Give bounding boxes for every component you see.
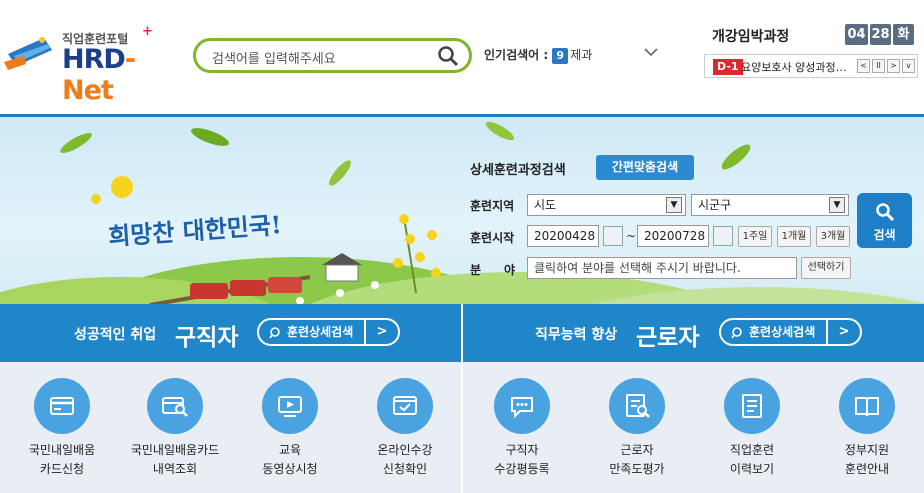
chevron-right-icon: > bbox=[826, 320, 860, 344]
dropdown-arrow-icon: ▼ bbox=[829, 197, 845, 213]
upcoming-courses-title: 개강임박과정 bbox=[712, 29, 790, 45]
worker-lead: 직무능력 향상 bbox=[535, 327, 618, 343]
menu-card-apply[interactable]: 국민내일배움카드신청 bbox=[4, 362, 120, 493]
detail-search-title: 상세훈련과정검색 bbox=[470, 163, 566, 178]
logo-title: HRD-Net bbox=[62, 44, 136, 106]
menu-label: 내역조회 bbox=[152, 462, 198, 476]
ticker-prev-button[interactable]: < bbox=[857, 59, 870, 73]
review-icon bbox=[494, 378, 550, 434]
online-check-icon bbox=[377, 378, 433, 434]
menu-label: 훈련안내 bbox=[844, 462, 890, 476]
date-weekday: 화 bbox=[893, 24, 914, 45]
dropdown-arrow-icon: ▼ bbox=[666, 197, 682, 213]
jobseeker-title: 구직자 bbox=[175, 325, 239, 351]
range-1month-button[interactable]: 1개월 bbox=[777, 226, 811, 247]
menu-card-history[interactable]: 국민내일배움카드내역조회 bbox=[117, 362, 233, 493]
date-range-tilde: ~ bbox=[626, 229, 637, 243]
menu-history[interactable]: 직업훈련이력보기 bbox=[694, 362, 810, 493]
card-icon bbox=[34, 378, 90, 434]
guide-icon bbox=[839, 378, 895, 434]
detail-search-button-label: 검색 bbox=[873, 228, 896, 242]
range-3month-button[interactable]: 3개월 bbox=[816, 226, 850, 247]
menu-label: 신청확인 bbox=[382, 462, 428, 476]
region-label: 훈련지역 bbox=[470, 199, 515, 213]
card-search-icon bbox=[147, 378, 203, 434]
menu-label: 이력보기 bbox=[729, 462, 775, 476]
search-icon bbox=[731, 327, 742, 339]
region-district-select[interactable]: 시군구 ▼ bbox=[691, 194, 849, 216]
popular-keywords[interactable]: 인기검색어 :9 제과 bbox=[484, 46, 592, 64]
menu-label: 온라인수강 bbox=[377, 443, 433, 457]
menu-label: 동영상시청 bbox=[262, 462, 318, 476]
search-icon bbox=[269, 327, 280, 339]
popular-keyword[interactable]: 제과 bbox=[570, 48, 592, 62]
worker-bar: 직무능력 향상 근로자 훈련상세검색 > bbox=[463, 304, 924, 362]
menu-label: 근로자 bbox=[620, 443, 654, 457]
field-label-a: 분 bbox=[470, 263, 482, 277]
jobseeker-lead: 성공적인 취업 bbox=[74, 327, 157, 343]
calendar-icon[interactable] bbox=[713, 226, 733, 246]
upcoming-course-ticker: D-1 요양보호사 양성과정… < II > v bbox=[704, 54, 918, 78]
menu-online-check[interactable]: 온라인수강신청확인 bbox=[347, 362, 463, 493]
menu-label: 직업훈련 bbox=[729, 443, 775, 457]
search-icon bbox=[876, 203, 895, 222]
hrd-net-logo[interactable]: 직업훈련포털 + HRD-Net bbox=[4, 22, 176, 106]
menu-video[interactable]: 교육동영상시청 bbox=[232, 362, 348, 493]
search-input[interactable]: 검색어를 입력해주세요 bbox=[212, 48, 336, 67]
ticker-next-button[interactable]: > bbox=[887, 59, 900, 73]
field-label-b: 야 bbox=[504, 263, 516, 277]
range-1week-button[interactable]: 1주일 bbox=[738, 226, 772, 247]
worker-title: 근로자 bbox=[636, 325, 700, 351]
chevron-right-icon: > bbox=[364, 320, 398, 344]
detail-search-button[interactable]: 검색 bbox=[857, 193, 912, 248]
menu-label: 수강평등록 bbox=[494, 462, 550, 476]
search-icon[interactable] bbox=[437, 45, 459, 67]
jobseeker-bar: 성공적인 취업 구직자 훈련상세검색 > bbox=[0, 304, 461, 362]
date-day: 28 bbox=[870, 24, 891, 45]
menu-label: 국민내일배움 bbox=[28, 443, 96, 457]
chevron-down-icon[interactable] bbox=[643, 44, 659, 60]
popular-rank-badge: 9 bbox=[552, 48, 569, 64]
worker-detail-search-button[interactable]: 훈련상세검색 > bbox=[719, 318, 862, 346]
menu-review[interactable]: 구직자수강평등록 bbox=[464, 362, 580, 493]
date-month: 04 bbox=[845, 24, 868, 45]
region-city-select[interactable]: 시도 ▼ bbox=[527, 194, 686, 216]
ticker-expand-button[interactable]: v bbox=[902, 59, 915, 73]
section-divider bbox=[461, 304, 463, 493]
search-box[interactable]: 검색어를 입력해주세요 bbox=[193, 38, 472, 73]
menu-label: 교육 bbox=[278, 443, 302, 457]
date-from-input[interactable]: 20200428 bbox=[527, 225, 599, 247]
calendar-icon[interactable] bbox=[603, 226, 623, 246]
jobseeker-detail-search-button[interactable]: 훈련상세검색 > bbox=[257, 318, 400, 346]
plus-icon: + bbox=[142, 24, 153, 39]
dday-badge: D-1 bbox=[713, 59, 743, 75]
menu-label: 만족도평가 bbox=[609, 462, 665, 476]
menu-survey[interactable]: 근로자만족도평가 bbox=[579, 362, 695, 493]
menu-label: 정부지원 bbox=[844, 443, 890, 457]
menu-label: 구직자 bbox=[505, 443, 539, 457]
history-icon bbox=[724, 378, 780, 434]
site-header: 직업훈련포털 + HRD-Net 검색어를 입력해주세요 인기검색어 :9 제과 … bbox=[0, 0, 924, 114]
survey-icon bbox=[609, 378, 665, 434]
menu-label: 국민내일배움카드 bbox=[130, 443, 220, 457]
field-select-button[interactable]: 선택하기 bbox=[801, 257, 851, 279]
menu-gov-guide[interactable]: 정부지원훈련안내 bbox=[809, 362, 924, 493]
menu-label: 카드신청 bbox=[39, 462, 85, 476]
date-to-input[interactable]: 20200728 bbox=[637, 225, 709, 247]
start-date-label: 훈련시작 bbox=[470, 231, 515, 245]
video-icon bbox=[262, 378, 318, 434]
upcoming-course-link[interactable]: 요양보호사 양성과정… bbox=[741, 59, 857, 75]
ticker-pause-button[interactable]: II bbox=[872, 59, 885, 73]
field-select-input[interactable]: 클릭하여 분야를 선택해 주시기 바랍니다. bbox=[527, 257, 797, 279]
quick-search-button[interactable]: 간편맞춤검색 bbox=[596, 155, 694, 180]
logo-emblem-icon bbox=[4, 37, 52, 70]
